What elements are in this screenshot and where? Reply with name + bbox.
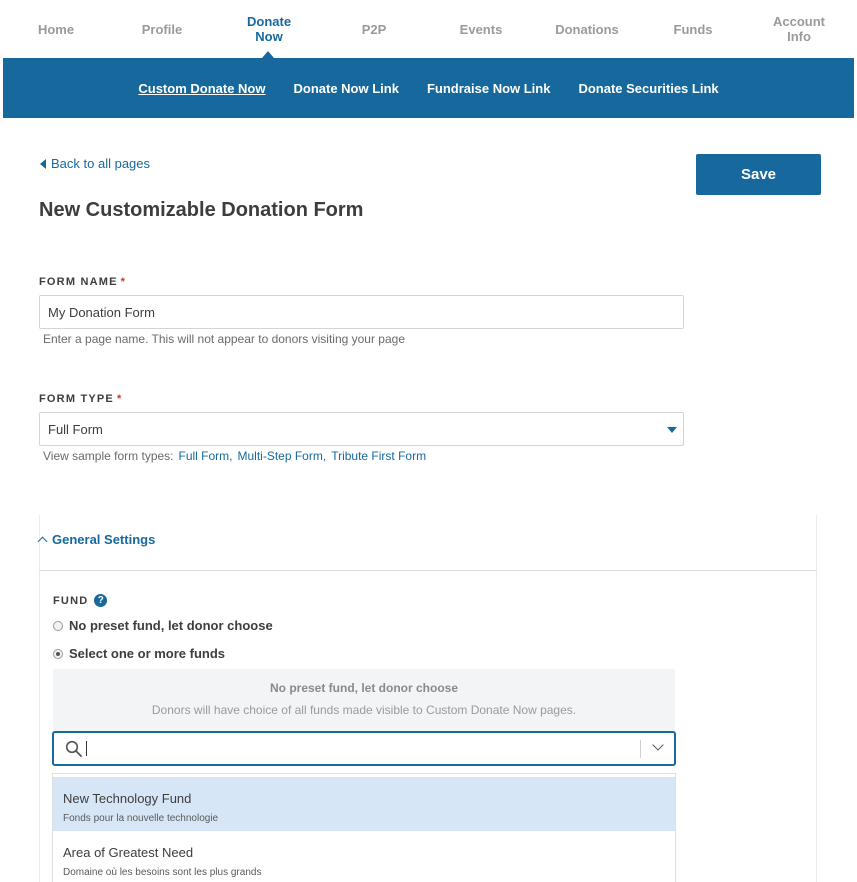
top-nav: Home Profile Donate Now P2P Events Donat…: [0, 0, 857, 58]
nav-events[interactable]: Events: [450, 0, 512, 58]
fund-option[interactable]: New Technology Fund Fonds pour la nouvel…: [53, 777, 675, 831]
subnav-donate-now-link[interactable]: Donate Now Link: [294, 81, 399, 96]
subnav-donate-securities-link[interactable]: Donate Securities Link: [578, 81, 718, 96]
nav-donate-now[interactable]: Donate Now: [238, 0, 300, 58]
separator: [640, 740, 641, 758]
form-type-label: FORM TYPE *: [39, 393, 123, 405]
back-link[interactable]: Back to all pages: [40, 156, 150, 171]
sample-tribute-first-form-link[interactable]: Tribute First Form: [331, 449, 426, 463]
chevron-up-icon: [37, 536, 48, 547]
fund-info-box: No preset fund, let donor choose Donors …: [53, 669, 675, 731]
fund-option[interactable]: Area of Greatest Need Domaine où les bes…: [53, 831, 675, 882]
sub-nav: Custom Donate Now Donate Now Link Fundra…: [3, 58, 854, 118]
sample-full-form-link[interactable]: Full Form,: [179, 449, 233, 463]
fund-label: FUND ?: [53, 594, 108, 607]
info-title: No preset fund, let donor choose: [269, 681, 458, 695]
form-name-label: FORM NAME *: [39, 276, 127, 288]
general-settings-toggle[interactable]: General Settings: [37, 532, 155, 547]
nav-home[interactable]: Home: [30, 0, 82, 58]
subnav-fundraise-now-link[interactable]: Fundraise Now Link: [427, 81, 551, 96]
form-name-input[interactable]: My Donation Form: [39, 295, 684, 329]
radio-button[interactable]: [53, 620, 63, 631]
back-link-label: Back to all pages: [51, 156, 151, 171]
radio-select-funds[interactable]: Select one or more funds: [53, 646, 225, 661]
search-icon: [65, 740, 82, 757]
page-title: New Customizable Donation Form: [39, 199, 364, 221]
save-button[interactable]: Save: [696, 154, 821, 195]
text-cursor: [86, 741, 87, 756]
required-mark: *: [120, 276, 127, 288]
sample-multi-step-form-link[interactable]: Multi-Step Form,: [238, 449, 327, 463]
required-mark: *: [116, 393, 123, 405]
nav-donations[interactable]: Donations: [550, 0, 624, 58]
nav-funds[interactable]: Funds: [666, 0, 720, 58]
form-name-help: Enter a page name. This will not appear …: [43, 332, 405, 346]
fund-dropdown-list: New Technology Fund Fonds pour la nouvel…: [52, 773, 676, 882]
radio-no-preset-fund[interactable]: No preset fund, let donor choose: [53, 618, 273, 633]
form-type-select[interactable]: Full Form: [39, 412, 684, 446]
chevron-down-icon[interactable]: [652, 739, 664, 751]
nav-p2p[interactable]: P2P: [350, 0, 398, 58]
active-nav-caret: [262, 51, 274, 58]
info-subtitle: Donors will have choice of all funds mad…: [151, 703, 577, 717]
divider: [39, 570, 817, 571]
nav-profile[interactable]: Profile: [133, 0, 191, 58]
subnav-custom-donate-now[interactable]: Custom Donate Now: [138, 81, 265, 96]
caret-down-icon: [667, 427, 677, 433]
sample-form-types: View sample form types: Full Form, Multi…: [43, 449, 427, 463]
nav-account-info[interactable]: Account Info: [766, 0, 832, 58]
fund-search-input[interactable]: [52, 731, 676, 766]
caret-left-icon: [40, 158, 46, 169]
question-icon[interactable]: ?: [94, 594, 108, 607]
radio-button-checked[interactable]: [53, 648, 63, 659]
